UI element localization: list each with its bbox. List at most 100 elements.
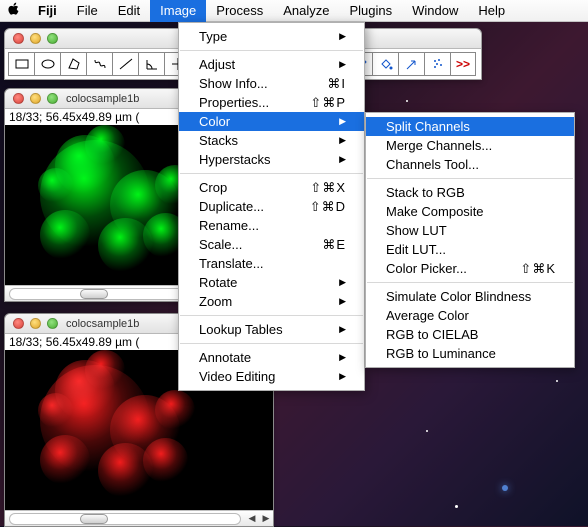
- menu-item-label: Scale...: [199, 237, 242, 252]
- color-submenu-item-merge-channels[interactable]: Merge Channels...: [366, 136, 574, 155]
- menu-item-label: Color: [199, 114, 230, 129]
- menu-item-label: Show Info...: [199, 76, 268, 91]
- more-tools[interactable]: >>: [450, 52, 476, 76]
- color-submenu-dropdown: Split Channels Merge Channels... Channels …: [365, 112, 575, 368]
- menu-item-label: Average Color: [386, 308, 469, 323]
- minimize-window-button[interactable]: [30, 93, 41, 104]
- image-menu-item-color[interactable]: Color▶: [179, 112, 364, 131]
- image-menu-item-video-editing[interactable]: Video Editing▶: [179, 367, 364, 386]
- submenu-arrow-icon: ▶: [339, 31, 346, 42]
- submenu-arrow-icon: ▶: [339, 135, 346, 146]
- image-menu-item-crop[interactable]: Crop⇧⌘X: [179, 178, 364, 197]
- scroll-left-icon[interactable]: ◀: [245, 513, 259, 525]
- apple-menu[interactable]: [0, 2, 28, 20]
- decor-star: [406, 100, 408, 102]
- arrow-tool[interactable]: [398, 52, 424, 76]
- image-menu-item-rotate[interactable]: Rotate▶: [179, 273, 364, 292]
- menu-edit[interactable]: Edit: [108, 0, 150, 22]
- freehand-tool[interactable]: [86, 52, 112, 76]
- minimize-window-button[interactable]: [30, 318, 41, 329]
- zoom-window-button[interactable]: [47, 318, 58, 329]
- rectangle-tool[interactable]: [8, 52, 34, 76]
- color-submenu-item-show-lut[interactable]: Show LUT: [366, 221, 574, 240]
- color-submenu-item-average-color[interactable]: Average Color: [366, 306, 574, 325]
- menu-item-label: Merge Channels...: [386, 138, 492, 153]
- slice-scrollbar[interactable]: ◀▶: [5, 510, 273, 526]
- polygon-tool[interactable]: [60, 52, 86, 76]
- menu-analyze[interactable]: Analyze: [273, 0, 339, 22]
- menu-plugins[interactable]: Plugins: [340, 0, 403, 22]
- menu-item-label: Adjust: [199, 57, 235, 72]
- image-menu-item-type[interactable]: Type ▶: [179, 27, 364, 46]
- submenu-arrow-icon: ▶: [339, 352, 346, 363]
- menu-item-label: RGB to CIELAB: [386, 327, 478, 342]
- menu-item-label: Lookup Tables: [199, 322, 283, 337]
- image-menu-item-properties[interactable]: Properties... ⇧⌘P: [179, 93, 364, 112]
- menu-item-label: Type: [199, 29, 227, 44]
- menu-item-label: Properties...: [199, 95, 269, 110]
- menu-item-label: Stack to RGB: [386, 185, 465, 200]
- color-submenu-item-simulate-color-blindness[interactable]: Simulate Color Blindness: [366, 287, 574, 306]
- window-controls: [5, 318, 58, 329]
- menu-help[interactable]: Help: [468, 0, 515, 22]
- menu-item-label: Video Editing: [199, 369, 275, 384]
- color-submenu-item-edit-lut[interactable]: Edit LUT...: [366, 240, 574, 259]
- close-window-button[interactable]: [13, 318, 24, 329]
- image-menu-item-duplicate[interactable]: Duplicate...⇧⌘D: [179, 197, 364, 216]
- color-submenu-item-rgb-to-cielab[interactable]: RGB to CIELAB: [366, 325, 574, 344]
- image-menu-item-rename[interactable]: Rename...: [179, 216, 364, 235]
- flood-fill-tool[interactable]: [372, 52, 398, 76]
- image-menu-item-lookup-tables[interactable]: Lookup Tables▶: [179, 320, 364, 339]
- image-menu-item-scale[interactable]: Scale...⌘E: [179, 235, 364, 254]
- menu-item-shortcut: ⇧⌘K: [520, 261, 556, 277]
- image-menu-separator: [180, 173, 363, 174]
- window-title: colocsample1b: [66, 93, 139, 105]
- scrollbar-thumb[interactable]: [80, 289, 108, 299]
- menu-item-label: Color Picker...: [386, 261, 467, 276]
- minimize-window-button[interactable]: [30, 33, 41, 44]
- image-menu-item-zoom[interactable]: Zoom▶: [179, 292, 364, 311]
- menu-item-label: RGB to Luminance: [386, 346, 496, 361]
- menu-item-shortcut: ⇧⌘P: [310, 95, 346, 111]
- app-name-menu[interactable]: Fiji: [28, 0, 67, 22]
- menu-item-label: Stacks: [199, 133, 238, 148]
- cell-blob: [85, 350, 125, 390]
- color-submenu-item-color-picker[interactable]: Color Picker... ⇧⌘K: [366, 259, 574, 278]
- close-window-button[interactable]: [13, 33, 24, 44]
- image-menu-item-adjust[interactable]: Adjust▶: [179, 55, 364, 74]
- zoom-window-button[interactable]: [47, 33, 58, 44]
- cell-blob: [85, 125, 125, 165]
- menu-image[interactable]: Image: [150, 0, 206, 22]
- image-menu-separator: [180, 343, 363, 344]
- oval-tool[interactable]: [34, 52, 60, 76]
- color-submenu-item-stack-to-rgb[interactable]: Stack to RGB: [366, 183, 574, 202]
- color-submenu-item-channels-tool[interactable]: Channels Tool...: [366, 155, 574, 174]
- image-menu-dropdown: Type▶Adjust▶Show Info...⌘IProperties...⇧…: [178, 22, 365, 391]
- line-tool[interactable]: [112, 52, 138, 76]
- menu-item-label: Simulate Color Blindness: [386, 289, 531, 304]
- close-window-button[interactable]: [13, 93, 24, 104]
- spray-tool[interactable]: [424, 52, 450, 76]
- menu-process[interactable]: Process: [206, 0, 273, 22]
- image-menu-item-translate[interactable]: Translate...: [179, 254, 364, 273]
- image-menu-item-annotate[interactable]: Annotate▶: [179, 348, 364, 367]
- color-submenu-item-rgb-to-luminance[interactable]: RGB to Luminance: [366, 344, 574, 363]
- system-menubar: Fiji FileEditImageProcessAnalyzePluginsW…: [0, 0, 588, 22]
- menu-window[interactable]: Window: [402, 0, 468, 22]
- image-menu-item-show-info[interactable]: Show Info...⌘I: [179, 74, 364, 93]
- scroll-right-icon[interactable]: ▶: [259, 513, 273, 525]
- angle-tool[interactable]: [138, 52, 164, 76]
- color-submenu-item-split-channels[interactable]: Split Channels: [366, 117, 574, 136]
- menu-item-label: Duplicate...: [199, 199, 264, 214]
- image-menu-item-hyperstacks[interactable]: Hyperstacks▶: [179, 150, 364, 169]
- menu-file[interactable]: File: [67, 0, 108, 22]
- submenu-arrow-icon: ▶: [339, 277, 346, 288]
- zoom-window-button[interactable]: [47, 93, 58, 104]
- color-submenu-separator: [367, 282, 573, 283]
- scrollbar-thumb[interactable]: [80, 514, 108, 524]
- cell-blob: [155, 390, 195, 430]
- image-menu-item-stacks[interactable]: Stacks ▶: [179, 131, 364, 150]
- window-controls: [5, 33, 58, 44]
- submenu-arrow-icon: ▶: [339, 154, 346, 165]
- color-submenu-item-make-composite[interactable]: Make Composite: [366, 202, 574, 221]
